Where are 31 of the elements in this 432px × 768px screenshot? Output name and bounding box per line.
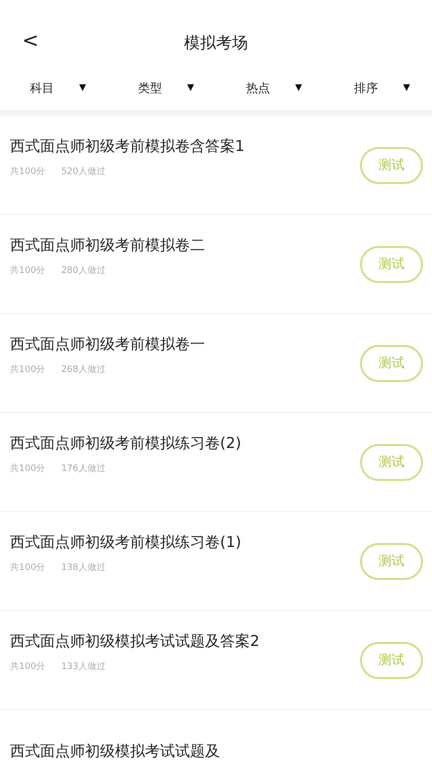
test-button[interactable]: 测试 (360, 542, 423, 580)
attempt-count: 133人做过 (61, 660, 106, 672)
test-button[interactable]: 测试 (360, 344, 423, 382)
exam-title: 西式面点师初级模拟考试试题及 (10, 742, 221, 760)
attempt-count: 138人做过 (61, 562, 106, 574)
attempt-count: 280人做过 (61, 264, 106, 276)
exam-score: 共100分 (10, 562, 46, 574)
filter-dropdown[interactable]: 热点 ▼ (216, 71, 324, 105)
filter-dropdown[interactable]: 科目 ▼ (0, 71, 108, 105)
attempt-count: 268人做过 (61, 364, 106, 376)
exam-score: 共100分 (10, 364, 46, 376)
exam-title: 西式面点师初级模拟考试试题及答案2 (10, 632, 261, 650)
test-button[interactable]: 测试 (360, 246, 423, 282)
exam-title: 西式面点师初级考前模拟卷二 (10, 236, 206, 254)
exam-score: 共100分 (10, 660, 46, 672)
exam-title: 西式面点师初级考前模拟练习卷(2) (10, 434, 242, 452)
test-button[interactable]: 测试 (360, 642, 423, 678)
test-button[interactable]: 测试 (360, 444, 423, 480)
filter-dropdown[interactable]: 类型 ▼ (108, 71, 216, 105)
filter-dropdown[interactable]: 排序 ▼ (324, 71, 432, 105)
back-button[interactable]: < (18, 28, 43, 52)
page-title: 模拟考场 (184, 32, 248, 54)
attempt-count: 176人做过 (61, 462, 106, 474)
exam-score: 共100分 (10, 462, 46, 474)
test-button[interactable]: 测试 (360, 146, 423, 184)
exam-title: 西式面点师初级考前模拟卷一 (10, 334, 206, 354)
exam-title: 西式面点师初级考前模拟卷含答案1 (10, 136, 246, 156)
exam-score: 共100分 (10, 264, 46, 276)
exam-title: 西式面点师初级考前模拟练习卷(1) (10, 532, 242, 552)
attempt-count: 520人做过 (61, 166, 106, 178)
exam-score: 共100分 (10, 166, 46, 178)
